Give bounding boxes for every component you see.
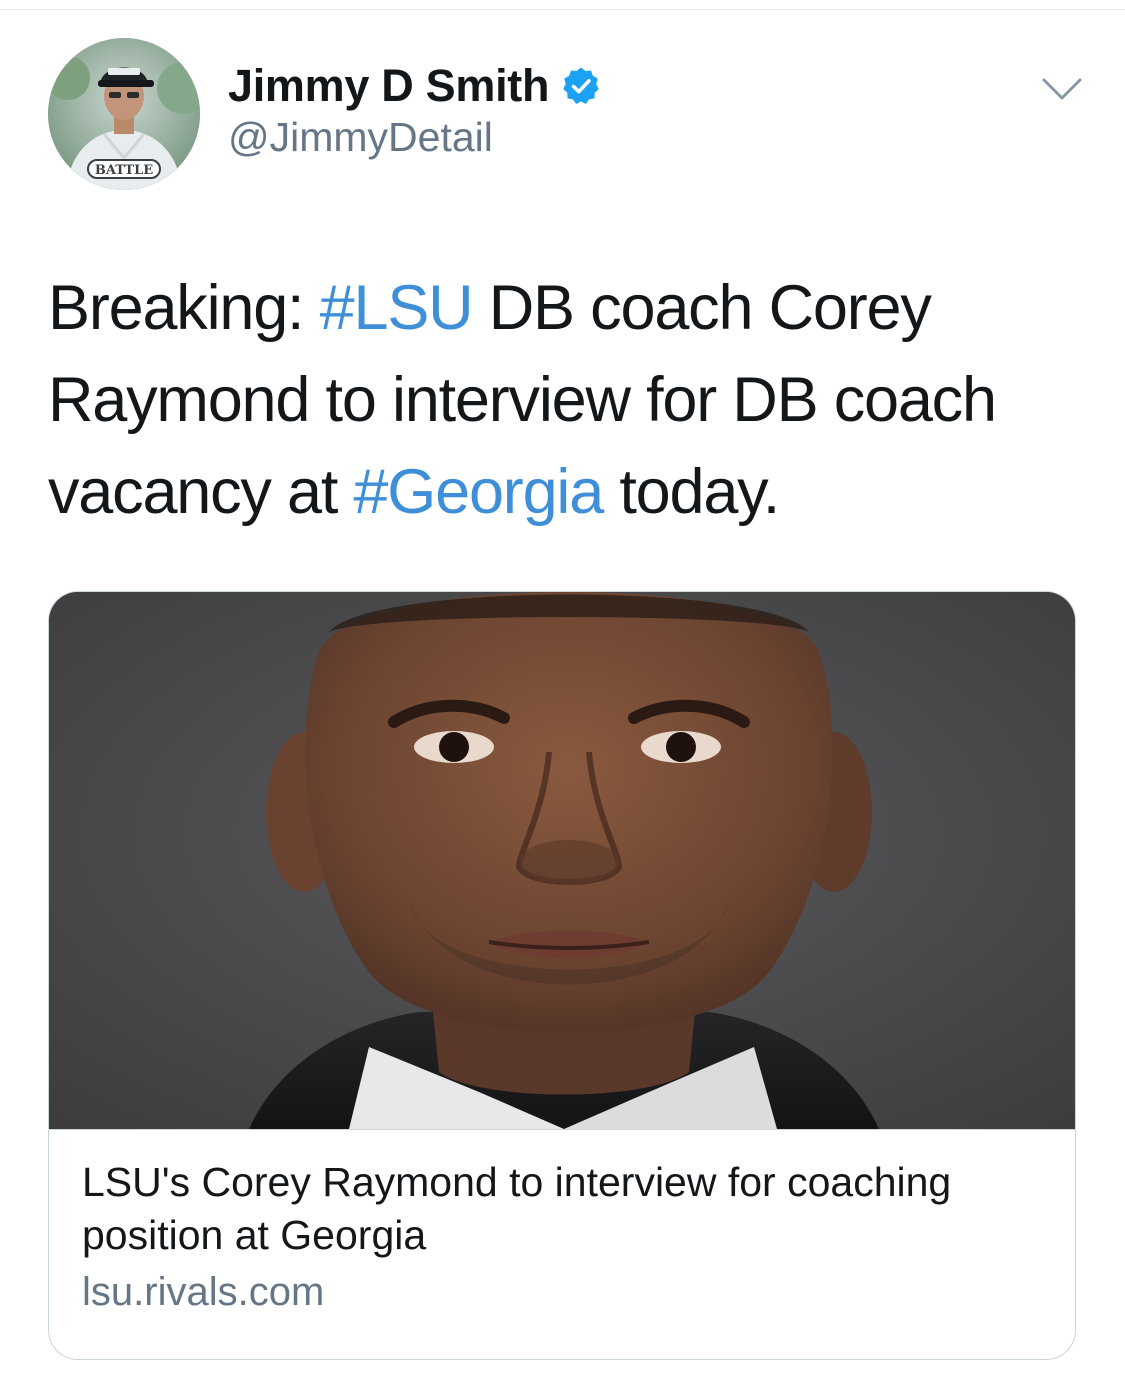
tweet-text-segment: Breaking: (48, 273, 320, 343)
tweet[interactable]: BATTLE Jimmy D Smith @JimmyDetail Breaki… (0, 0, 1125, 1394)
link-card-image[interactable] (49, 592, 1075, 1129)
display-name[interactable]: Jimmy D Smith (228, 60, 549, 112)
chevron-down-icon[interactable] (1040, 74, 1084, 104)
author-handle[interactable]: @JimmyDetail (228, 114, 493, 161)
hashtag-link[interactable]: #Georgia (353, 457, 604, 527)
link-card-title[interactable]: LSU's Corey Raymond to interview for coa… (82, 1156, 1022, 1262)
avatar[interactable]: BATTLE (48, 38, 200, 190)
avatar-badge-text: BATTLE (95, 163, 153, 178)
link-card[interactable]: LSU's Corey Raymond to interview for coa… (48, 591, 1076, 1360)
link-card-domain: lsu.rivals.com (82, 1270, 325, 1314)
tweet-text-segment: today. (603, 457, 780, 527)
author-name-row[interactable]: Jimmy D Smith (228, 58, 601, 114)
hashtag-link[interactable]: #LSU (320, 273, 474, 343)
verified-badge-icon (563, 67, 599, 104)
link-card-meta[interactable]: LSU's Corey Raymond to interview for coa… (49, 1129, 1075, 1359)
tweet-text: Breaking: #LSU DB coach Corey Raymond to… (48, 262, 1078, 538)
